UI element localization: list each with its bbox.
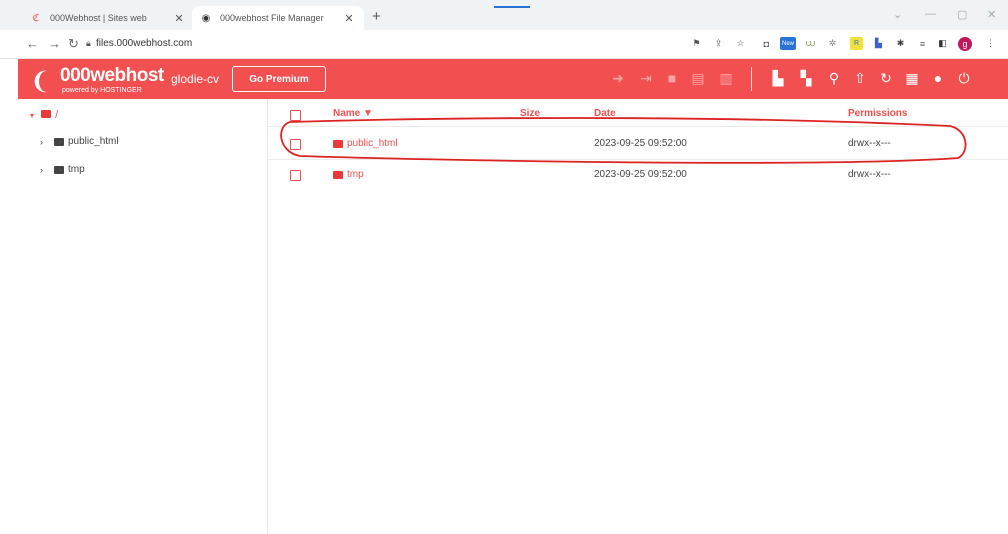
- 000webhost-icon: ℭ: [32, 12, 40, 24]
- forward-icon[interactable]: →: [48, 36, 61, 51]
- extension-gear-icon[interactable]: ✲: [826, 37, 839, 50]
- archive-icon[interactable]: ▤: [690, 70, 706, 86]
- grid-view-icon[interactable]: ▦: [904, 70, 920, 86]
- translate-icon[interactable]: ⚑: [690, 37, 703, 50]
- go-premium-button[interactable]: Go Premium: [232, 66, 326, 92]
- back-icon[interactable]: ←: [26, 36, 39, 51]
- 000webhost-logo-icon: ❨: [30, 68, 51, 95]
- close-tab-icon[interactable]: ✕: [342, 12, 356, 25]
- table-row[interactable]: public_html 2023-09-25 09:52:00 drwx--x-…: [268, 130, 1008, 158]
- address-bar: ← → ↻ 🔒︎ files.000webhost.com ⚑ ⇪ ☆ ◘ Ne…: [0, 30, 1008, 59]
- file-list: Name ▼ Size Date Permissions public_html…: [268, 99, 1008, 534]
- maximize-icon[interactable]: ▢: [957, 8, 967, 21]
- lock-icon[interactable]: 🔒︎: [86, 38, 91, 49]
- share-icon[interactable]: ⇪: [712, 37, 725, 50]
- tree-item-label: tmp: [68, 164, 85, 175]
- extensions-puzzle-icon[interactable]: ✱: [894, 37, 907, 50]
- extension-chart-icon[interactable]: ⩊: [804, 37, 817, 50]
- file-permissions: drwx--x---: [848, 169, 891, 180]
- folder-icon: [54, 165, 64, 174]
- header-divider: [268, 126, 1008, 127]
- bookmark-star-icon[interactable]: ☆: [734, 37, 747, 50]
- tab-file-manager[interactable]: ◉ 000webhost File Manager ✕: [192, 6, 364, 30]
- close-window-icon[interactable]: ✕: [987, 8, 996, 21]
- folder-icon: [333, 139, 343, 148]
- file-name[interactable]: public_html: [333, 138, 398, 149]
- file-name-label: public_html: [347, 138, 398, 149]
- move-icon[interactable]: ➜: [610, 70, 626, 86]
- reading-list-icon[interactable]: ≡: [916, 37, 929, 50]
- new-extension-badge[interactable]: New: [780, 37, 796, 50]
- tab-title: 000webhost File Manager: [220, 13, 324, 23]
- row-checkbox[interactable]: [290, 139, 301, 150]
- new-tab-button[interactable]: +: [372, 8, 381, 25]
- globe-icon: ◉: [201, 12, 211, 24]
- file-permissions: drwx--x---: [848, 138, 891, 149]
- column-name-header[interactable]: Name ▼: [333, 108, 373, 119]
- new-folder-icon[interactable]: ▚: [798, 70, 814, 86]
- permissions-lock-icon[interactable]: ■: [664, 70, 680, 86]
- search-icon[interactable]: ⚲: [826, 70, 842, 86]
- file-date: 2023-09-25 09:52:00: [594, 169, 687, 180]
- folder-icon: [54, 137, 64, 146]
- site-name: glodie-cv: [171, 72, 220, 86]
- row-divider: [268, 159, 1008, 160]
- folder-icon: [333, 170, 343, 179]
- row-checkbox[interactable]: [290, 170, 301, 181]
- new-file-icon[interactable]: ▙: [770, 70, 786, 86]
- tree-item-tmp[interactable]: › tmp: [40, 164, 85, 175]
- browser-menu-icon[interactable]: ⋮: [984, 37, 997, 50]
- url-field[interactable]: files.000webhost.com: [96, 38, 192, 49]
- table-row[interactable]: tmp 2023-09-25 09:52:00 drwx--x---: [268, 161, 1008, 189]
- browser-tab-strip: ℭ 000Webhost | Sites web ✕ ◉ 000webhost …: [0, 0, 1008, 30]
- file-manager-header: ❨ 000webhost powered by HOSTINGER glodie…: [18, 59, 1008, 99]
- reload-icon[interactable]: ↻: [68, 36, 79, 52]
- upload-icon[interactable]: ⇧: [852, 70, 868, 86]
- close-tab-icon[interactable]: ✕: [172, 12, 186, 25]
- window-highlight: [494, 6, 530, 8]
- file-date: 2023-09-25 09:52:00: [594, 138, 687, 149]
- extension-doc-icon[interactable]: ▙: [872, 37, 885, 50]
- side-panel-icon[interactable]: ◧: [936, 37, 949, 50]
- profile-avatar[interactable]: g: [958, 37, 972, 51]
- chevron-right-icon[interactable]: ›: [40, 165, 54, 175]
- minimize-icon[interactable]: —: [925, 8, 936, 20]
- extension-r-icon[interactable]: R: [850, 37, 863, 50]
- power-icon[interactable]: ⏻: [956, 70, 972, 86]
- tab-title: 000Webhost | Sites web: [50, 13, 147, 23]
- select-all-checkbox[interactable]: [290, 110, 301, 121]
- rename-icon[interactable]: ⇥: [638, 70, 654, 86]
- tree-root[interactable]: ▾ /: [30, 109, 58, 121]
- column-size-header[interactable]: Size: [520, 108, 540, 119]
- tree-item-public-html[interactable]: › public_html: [40, 136, 119, 147]
- file-name-label: tmp: [347, 169, 364, 180]
- column-permissions-header[interactable]: Permissions: [848, 108, 907, 119]
- brand-subtitle: powered by HOSTINGER: [62, 87, 142, 94]
- tree-root-label: /: [55, 109, 59, 121]
- brand-name: 000webhost: [60, 65, 164, 86]
- refresh-icon[interactable]: ↻: [878, 70, 894, 86]
- column-date-header[interactable]: Date: [594, 108, 616, 119]
- globe-icon[interactable]: ●: [930, 70, 946, 86]
- camera-icon[interactable]: ◘: [760, 37, 773, 50]
- tab-search-icon[interactable]: ⌄: [893, 8, 902, 21]
- chevron-down-icon: ▾: [30, 111, 35, 120]
- delete-icon[interactable]: ▥: [718, 70, 734, 86]
- folder-icon: [41, 110, 52, 118]
- tab-000webhost-sites[interactable]: ℭ 000Webhost | Sites web ✕: [22, 6, 194, 30]
- chevron-right-icon[interactable]: ›: [40, 137, 54, 147]
- toolbar-divider: [751, 67, 752, 91]
- folder-tree: ▾ / › public_html › tmp: [18, 99, 268, 534]
- tree-item-label: public_html: [68, 136, 119, 147]
- file-name[interactable]: tmp: [333, 169, 364, 180]
